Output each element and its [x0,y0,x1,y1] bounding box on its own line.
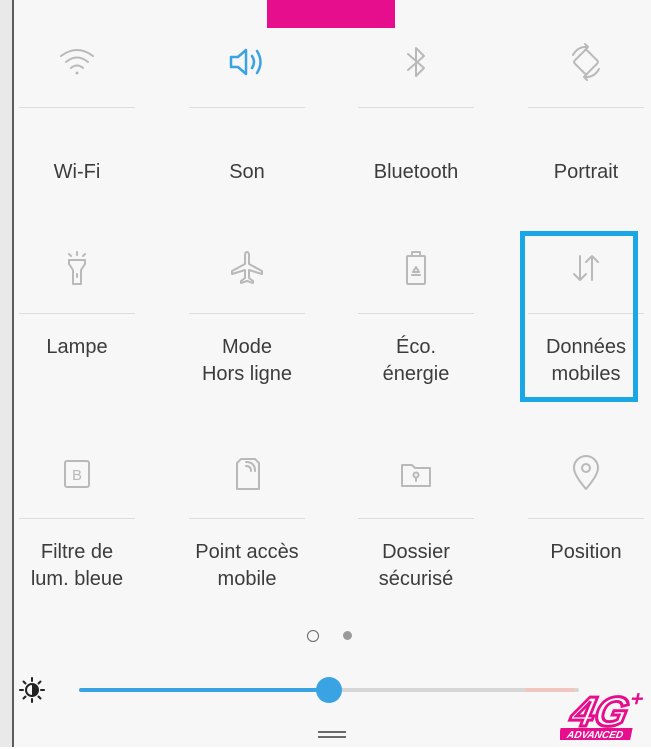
tile-divider [358,107,474,108]
page-indicator[interactable] [305,628,355,644]
bluetooth-icon [346,32,486,92]
tile-label: Mode Hors ligne [201,336,293,385]
tile-divider [358,518,474,519]
blue-light-filter-icon: B [7,443,147,503]
brightness-slider[interactable] [79,677,579,703]
tile-divider [189,107,305,108]
tile-label: Filtre de lum. bleue [30,541,124,590]
location-icon [516,443,651,503]
tile-label: Dossier sécurisé [378,541,454,590]
tile-label: Wi-Fi [53,161,101,183]
page-dot-current [307,630,319,642]
tile-label: Point accès mobile [195,541,299,590]
tile-label: Position [550,541,622,563]
brightness-slider-knob[interactable] [316,677,342,703]
rotate-icon [516,32,651,92]
tile-divider [19,107,135,108]
tile-label: Bluetooth [373,161,459,183]
page-dot [343,631,352,640]
svg-text:B: B [72,467,82,484]
airplane-icon [177,238,317,298]
svg-text:4G: 4G [566,688,633,734]
svg-text:ADVANCED: ADVANCED [565,730,625,741]
tile-divider [189,518,305,519]
brightness-icon [18,676,46,704]
left-gutter [0,0,12,747]
tile-label: Portrait [553,161,619,183]
tile-divider [358,313,474,314]
hotspot-icon [177,443,317,503]
tile-divider [19,313,135,314]
panel-drag-handle[interactable] [318,731,346,739]
speaker-icon [177,32,317,92]
tile-divider [528,107,644,108]
brightness-slider-fill [79,688,329,692]
tile-divider [528,518,644,519]
tile-label: Son [229,161,265,183]
mobile-data-highlight [520,231,638,402]
wifi-icon [7,32,147,92]
brand-bar [267,0,395,28]
4g-advanced-logo: 4G + ADVANCED [558,684,650,744]
tile-divider [19,518,135,519]
secure-folder-icon [346,443,486,503]
tile-label: Lampe [46,336,108,358]
tile-label: Éco. énergie [382,336,450,385]
tile-divider [189,313,305,314]
battery-saver-icon [346,238,486,298]
flashlight-icon [7,238,147,298]
